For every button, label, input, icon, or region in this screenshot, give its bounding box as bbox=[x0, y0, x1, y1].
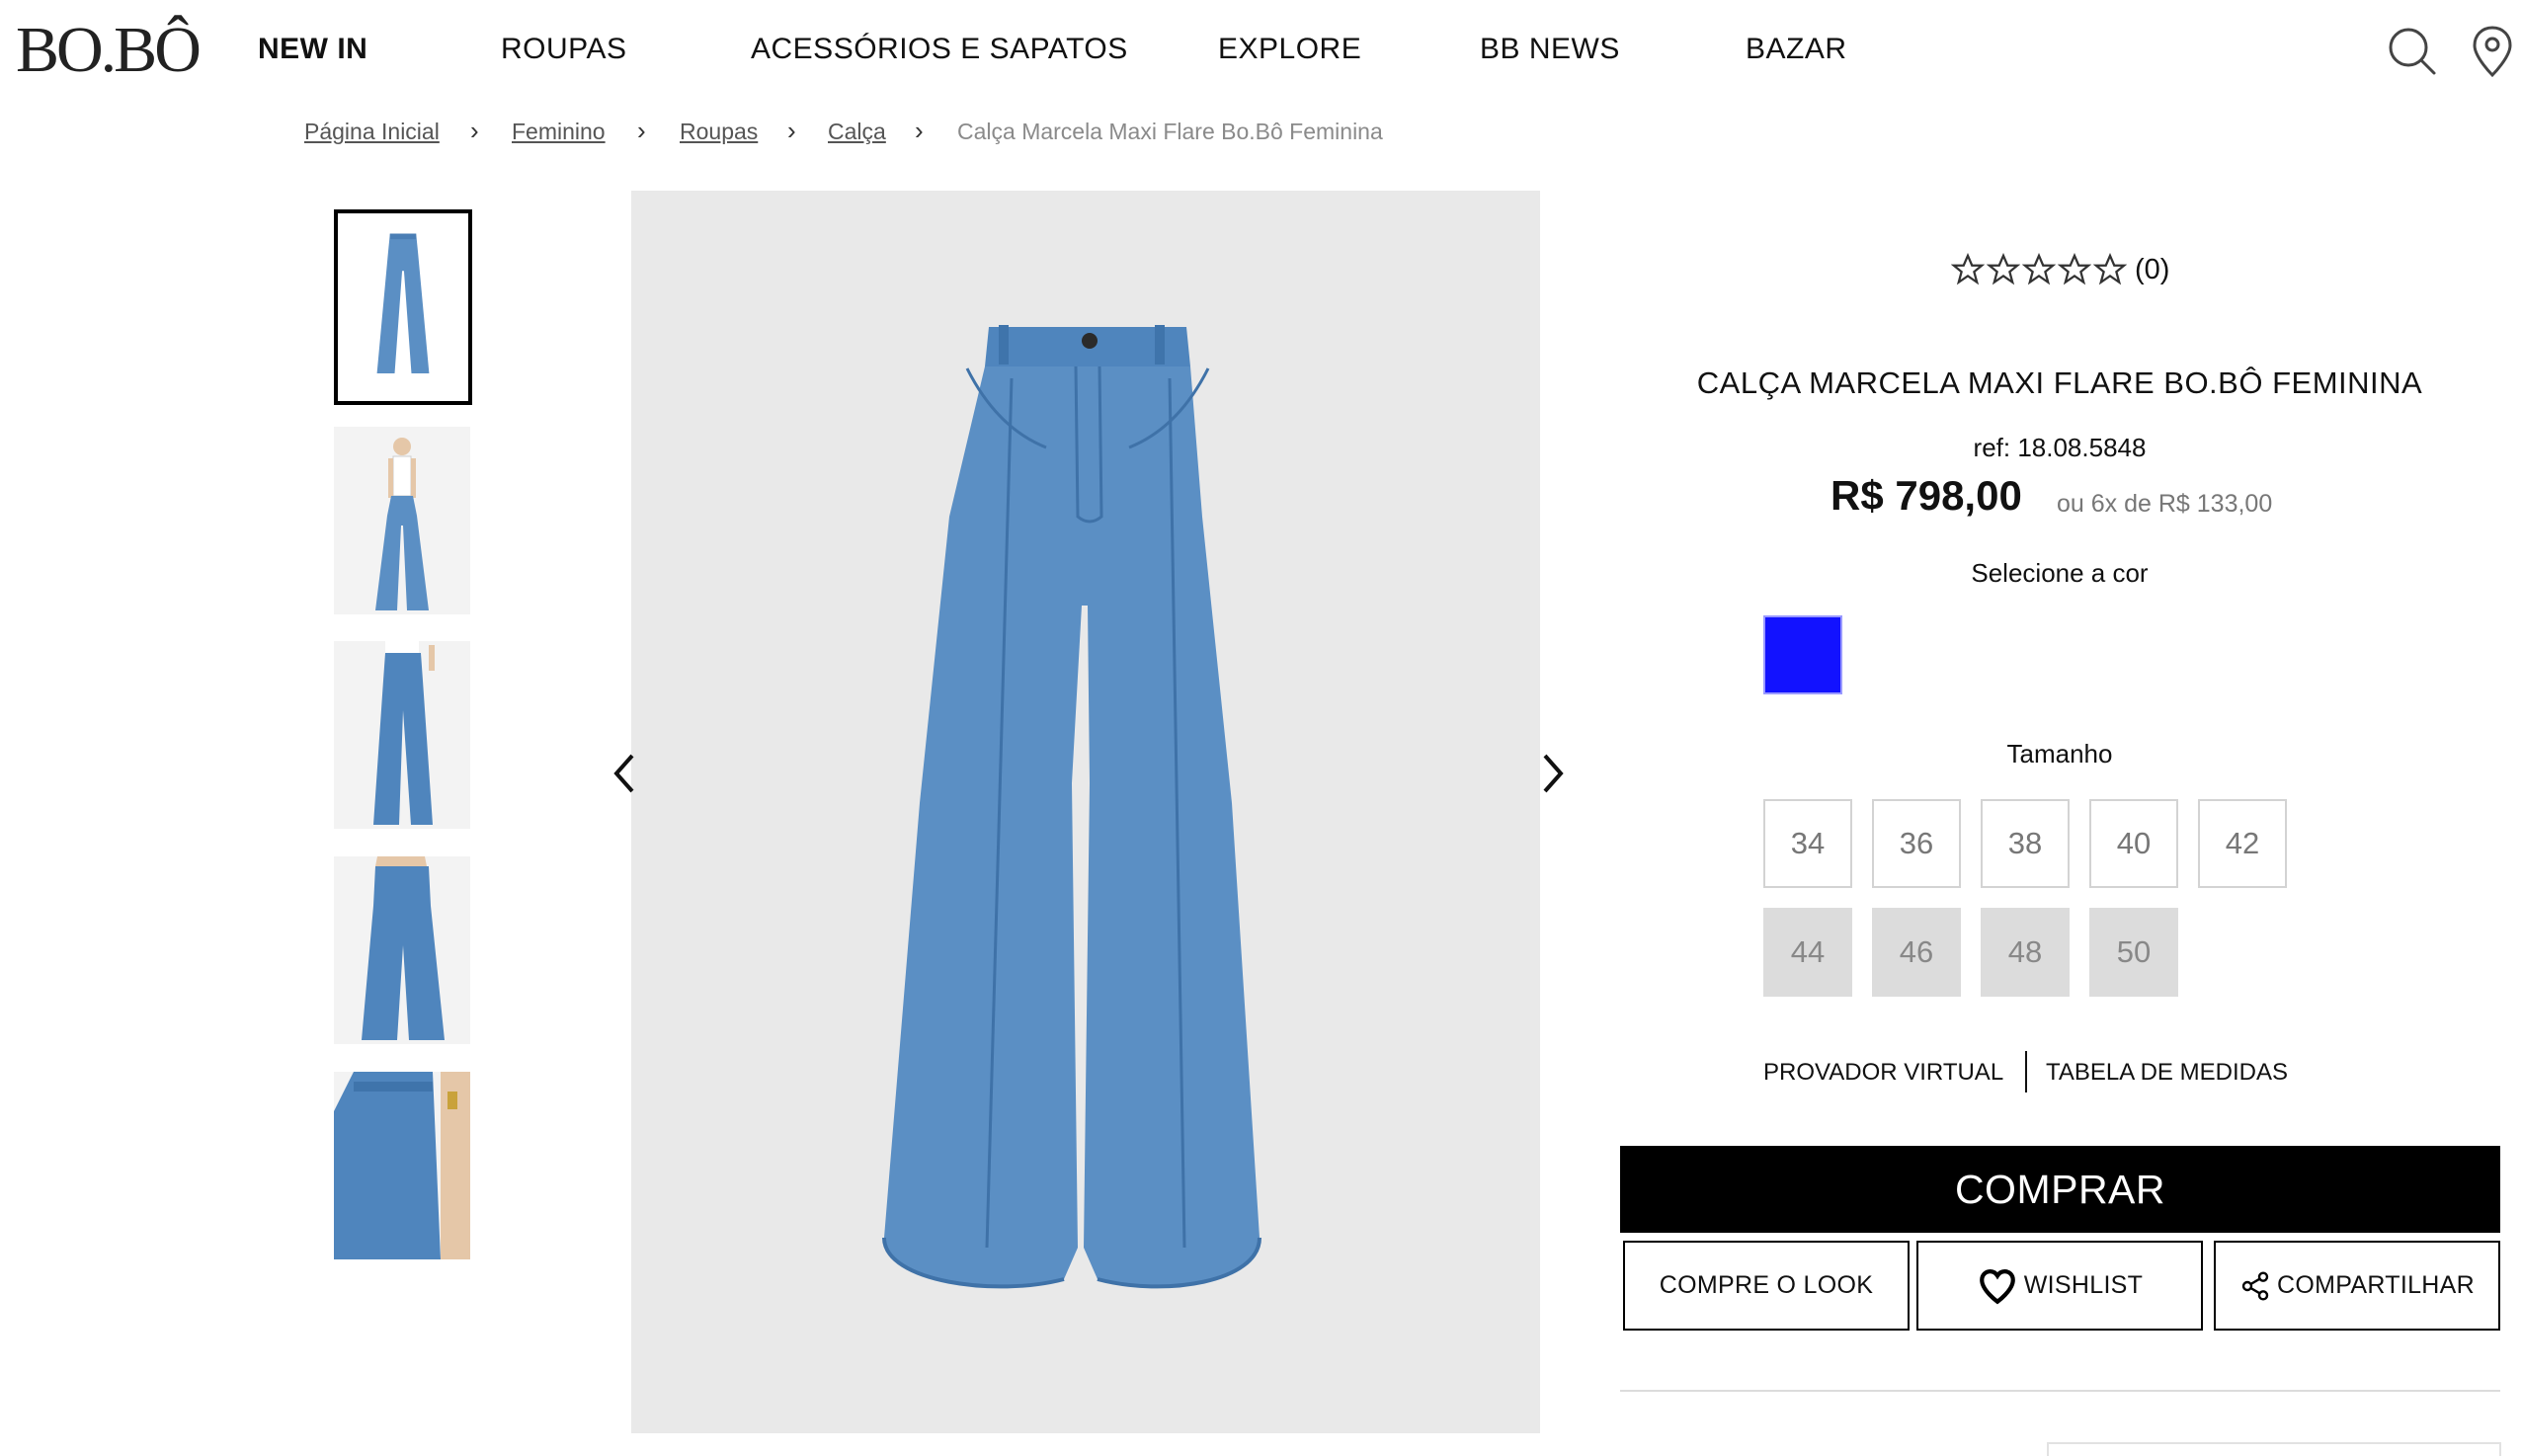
star-outline-icon bbox=[2058, 253, 2091, 285]
breadcrumb-current: Calça Marcela Maxi Flare Bo.Bô Feminina bbox=[957, 119, 1383, 144]
nav-item-bb-news[interactable]: BB NEWS bbox=[1480, 33, 1620, 66]
product-installments: ou 6x de R$ 133,00 bbox=[2057, 490, 2273, 518]
share-label: COMPARTILHAR bbox=[2277, 1271, 2475, 1299]
share-icon bbox=[2241, 1270, 2269, 1301]
chevron-right-icon: › bbox=[915, 116, 924, 145]
wishlist-label: WISHLIST bbox=[2023, 1271, 2144, 1299]
star-outline-icon bbox=[1987, 253, 2020, 285]
rating-count: (0) bbox=[2135, 253, 2170, 285]
thumbnail-1[interactable] bbox=[334, 209, 472, 405]
gallery-next-arrow-icon[interactable] bbox=[1533, 746, 1573, 801]
nav-item-acessorios[interactable]: ACESSÓRIOS E SAPATOS bbox=[751, 33, 1128, 66]
star-outline-icon bbox=[1951, 253, 1985, 285]
share-button[interactable]: COMPARTILHAR bbox=[2214, 1241, 2500, 1331]
virtual-fitting-link[interactable]: PROVADOR VIRTUAL bbox=[1763, 1059, 2003, 1087]
star-outline-icon bbox=[2093, 253, 2127, 285]
rating-stars bbox=[1951, 253, 2127, 286]
size-option[interactable]: 40 bbox=[2089, 799, 2178, 888]
product-title: CALÇA MARCELA MAXI FLARE BO.BÔ FEMININA bbox=[1696, 365, 2423, 400]
product-price: R$ 798,00 bbox=[1830, 472, 2022, 519]
nav-item-explore[interactable]: EXPLORE bbox=[1218, 33, 1361, 66]
divider bbox=[2025, 1051, 2027, 1092]
chevron-right-icon: › bbox=[787, 116, 796, 145]
divider bbox=[1620, 1390, 2500, 1392]
heart-icon bbox=[1979, 1268, 2015, 1304]
shop-the-look-button[interactable]: COMPRE O LOOK bbox=[1623, 1241, 1910, 1331]
nav-item-bazar[interactable]: BAZAR bbox=[1746, 33, 1847, 66]
color-swatch-blue[interactable] bbox=[1763, 615, 1842, 694]
size-option-unavailable[interactable]: 44 bbox=[1763, 908, 1852, 997]
product-rating[interactable]: (0) bbox=[1951, 250, 2169, 289]
breadcrumb-calca[interactable]: Calça bbox=[828, 119, 886, 145]
wishlist-button[interactable]: WISHLIST bbox=[1916, 1241, 2203, 1331]
thumbnail-4[interactable] bbox=[334, 856, 470, 1044]
thumbnail-3[interactable] bbox=[334, 641, 470, 829]
breadcrumb-feminino[interactable]: Feminino bbox=[512, 119, 606, 145]
content-box-edge bbox=[2047, 1442, 2501, 1456]
color-label: Selecione a cor bbox=[1971, 558, 2149, 588]
chevron-right-icon: › bbox=[470, 116, 479, 145]
search-icon[interactable] bbox=[2385, 24, 2440, 79]
chevron-right-icon: › bbox=[637, 116, 646, 145]
product-main-image[interactable] bbox=[631, 191, 1540, 1433]
breadcrumb-roupas[interactable]: Roupas bbox=[680, 119, 758, 145]
nav-item-roupas[interactable]: ROUPAS bbox=[501, 33, 626, 66]
size-option[interactable]: 42 bbox=[2198, 799, 2287, 888]
thumbnail-2[interactable] bbox=[334, 427, 470, 614]
breadcrumb-home[interactable]: Página Inicial bbox=[304, 119, 440, 145]
star-outline-icon bbox=[2022, 253, 2056, 285]
size-option-unavailable[interactable]: 50 bbox=[2089, 908, 2178, 997]
size-label: Tamanho bbox=[2006, 739, 2113, 768]
brand-logo[interactable]: BO.BÔ bbox=[16, 18, 202, 83]
buy-button[interactable]: COMPRAR bbox=[1620, 1146, 2500, 1233]
size-option[interactable]: 36 bbox=[1872, 799, 1961, 888]
size-option[interactable]: 38 bbox=[1981, 799, 2070, 888]
thumbnail-5[interactable] bbox=[334, 1072, 470, 1259]
nav-item-new-in[interactable]: NEW IN bbox=[258, 33, 367, 66]
shop-the-look-label: COMPRE O LOOK bbox=[1659, 1271, 1874, 1299]
size-option-unavailable[interactable]: 46 bbox=[1872, 908, 1961, 997]
product-ref: ref: 18.08.5848 bbox=[1973, 433, 2147, 462]
size-option-unavailable[interactable]: 48 bbox=[1981, 908, 2070, 997]
size-option[interactable]: 34 bbox=[1763, 799, 1852, 888]
size-chart-link[interactable]: TABELA DE MEDIDAS bbox=[2046, 1059, 2288, 1087]
location-pin-icon[interactable] bbox=[2468, 24, 2517, 79]
gallery-prev-arrow-icon[interactable] bbox=[605, 746, 644, 801]
